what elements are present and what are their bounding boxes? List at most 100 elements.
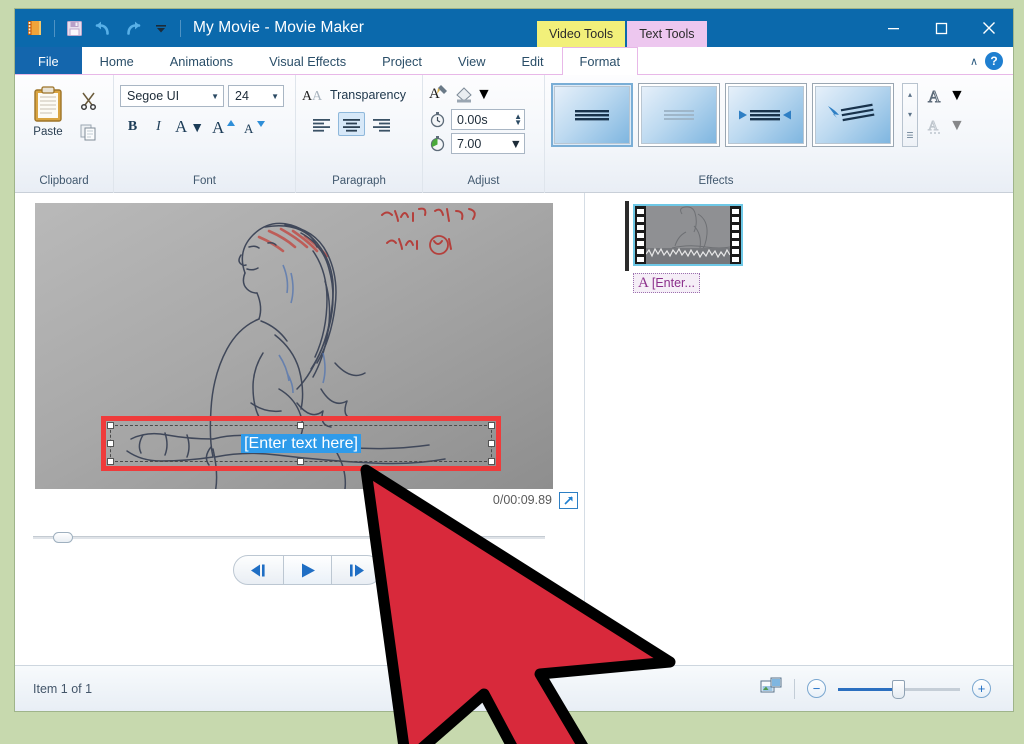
customize-quick-access-icon[interactable] <box>148 15 174 41</box>
font-color-button[interactable]: A ▼ <box>172 114 207 139</box>
align-right-button[interactable] <box>368 112 395 136</box>
bold-button[interactable]: B <box>120 114 145 139</box>
effect-thumb-fade[interactable] <box>638 83 720 147</box>
help-icon[interactable]: ? <box>985 52 1003 70</box>
contextual-tab-text-tools[interactable]: Text Tools <box>627 21 706 47</box>
effect-thumb-none[interactable] <box>551 83 633 147</box>
undo-icon[interactable] <box>90 15 116 41</box>
fullscreen-icon <box>562 495 575 507</box>
copy-icon <box>79 123 98 142</box>
qat-separator-2 <box>180 20 181 37</box>
text-overlay-caption[interactable]: A [Enter... <box>633 273 700 293</box>
svg-text:A: A <box>928 87 941 106</box>
close-button[interactable] <box>965 9 1013 47</box>
spinner-arrows-icon[interactable]: ▲▼ <box>514 114 522 126</box>
duration-row: 7.00 ▼ <box>429 133 525 154</box>
zoom-slider[interactable] <box>838 681 960 697</box>
italic-button[interactable]: I <box>146 114 171 139</box>
tab-visual-effects[interactable]: Visual Effects <box>251 47 364 74</box>
more-effects-icon[interactable]: ☰ <box>906 131 913 140</box>
tab-home[interactable]: Home <box>82 47 152 74</box>
font-name-combo[interactable]: Segoe UI ▼ <box>120 85 224 107</box>
save-icon[interactable] <box>61 15 87 41</box>
cut-button[interactable] <box>75 87 101 113</box>
status-separator <box>794 679 795 699</box>
minimize-button[interactable] <box>869 9 917 47</box>
start-time-row: 0.00s ▲▼ <box>429 109 525 130</box>
app-logo-icon[interactable] <box>22 15 48 41</box>
ribbon-group-adjust: A ▼ <box>422 75 544 193</box>
ribbon-tab-strip: File Home Animations Visual Effects Proj… <box>15 47 1013 75</box>
grow-font-button[interactable]: A <box>208 114 238 139</box>
collapse-ribbon-icon[interactable]: ∧ <box>970 55 978 68</box>
seek-bar[interactable] <box>33 533 545 541</box>
tab-view[interactable]: View <box>440 47 504 74</box>
text-effects-icon: A <box>926 116 946 136</box>
alignment-buttons <box>302 112 395 136</box>
zoom-out-button[interactable]: − <box>807 679 826 698</box>
redo-icon[interactable] <box>119 15 145 41</box>
text-color-button[interactable]: A <box>429 83 449 106</box>
svg-text:A: A <box>928 119 939 134</box>
maximize-button[interactable] <box>917 9 965 47</box>
seek-thumb[interactable] <box>53 532 73 543</box>
lines-faded-icon <box>656 103 702 127</box>
tab-edit[interactable]: Edit <box>503 47 561 74</box>
video-clip-thumbnail[interactable] <box>633 204 743 266</box>
tab-project[interactable]: Project <box>364 47 440 74</box>
zoom-in-button[interactable]: + <box>972 679 991 698</box>
resize-handle-bottom-center[interactable] <box>297 458 304 465</box>
text-effects-button[interactable]: A ▼ <box>926 113 965 139</box>
tab-file[interactable]: File <box>15 47 82 74</box>
text-outline-button[interactable]: A ▼ <box>926 83 965 109</box>
start-time-clock-icon <box>429 111 446 128</box>
chevron-down-icon: ▼ <box>949 117 965 135</box>
film-sprockets-right <box>730 206 741 264</box>
text-box-content[interactable]: [Enter text here] <box>111 435 491 453</box>
caption-text: [Enter... <box>652 276 695 290</box>
chevron-down-icon[interactable]: ▼ <box>510 137 522 151</box>
text-box-selection[interactable]: [Enter text here] <box>101 416 501 471</box>
font-size-value: 24 <box>235 89 267 103</box>
align-center-button[interactable] <box>338 112 365 136</box>
duration-combo[interactable]: 7.00 ▼ <box>451 133 525 154</box>
effects-gallery-scrollbar[interactable]: ▴ ▾ ☰ <box>902 83 918 147</box>
preview-monitor[interactable]: [Enter text here] <box>35 203 553 489</box>
effect-preview-fade <box>641 86 717 144</box>
tab-animations[interactable]: Animations <box>152 47 251 74</box>
next-frame-button[interactable] <box>332 556 381 584</box>
tab-format[interactable]: Format <box>562 47 639 75</box>
copy-button[interactable] <box>75 119 101 145</box>
resize-handle-top-right[interactable] <box>488 422 495 429</box>
ribbon-group-paragraph: A A Transparency <box>295 75 422 193</box>
align-left-button[interactable] <box>308 112 335 136</box>
font-size-combo[interactable]: 24 ▼ <box>228 85 284 107</box>
resize-handle-top-left[interactable] <box>107 422 114 429</box>
font-body: Segoe UI ▼ 24 ▼ B I A ▼ <box>120 79 289 175</box>
shrink-font-button[interactable]: A <box>239 114 269 139</box>
font-color-letter-icon: A <box>175 117 187 137</box>
resize-handle-bottom-left[interactable] <box>107 458 114 465</box>
resize-handle-top-center[interactable] <box>297 422 304 429</box>
storyboard-pane[interactable]: A [Enter... <box>585 193 1013 663</box>
thumbnail-view-button[interactable] <box>760 677 782 701</box>
resize-handle-bottom-right[interactable] <box>488 458 495 465</box>
effect-preview-scroll <box>728 86 804 144</box>
transparency-button[interactable]: A A Transparency <box>302 81 406 103</box>
seek-track[interactable] <box>33 536 545 539</box>
font-controls-row: Segoe UI ▼ 24 ▼ <box>120 85 284 107</box>
contextual-tab-video-tools[interactable]: Video Tools <box>537 21 625 47</box>
fullscreen-button[interactable] <box>559 492 578 509</box>
zoom-slider-thumb[interactable] <box>892 680 905 699</box>
start-time-spinbox[interactable]: 0.00s ▲▼ <box>451 109 525 130</box>
font-format-buttons: B I A ▼ A A <box>120 114 269 139</box>
effect-thumb-scroll[interactable] <box>725 83 807 147</box>
duration-value: 7.00 <box>457 137 510 151</box>
previous-frame-button[interactable] <box>234 556 283 584</box>
play-button[interactable] <box>283 556 332 584</box>
scroll-down-icon[interactable]: ▾ <box>908 110 912 119</box>
scroll-up-icon[interactable]: ▴ <box>908 90 912 99</box>
effect-thumb-fly-in[interactable] <box>812 83 894 147</box>
paste-button[interactable]: Paste <box>21 81 75 138</box>
background-color-button[interactable]: ▼ <box>454 86 492 104</box>
